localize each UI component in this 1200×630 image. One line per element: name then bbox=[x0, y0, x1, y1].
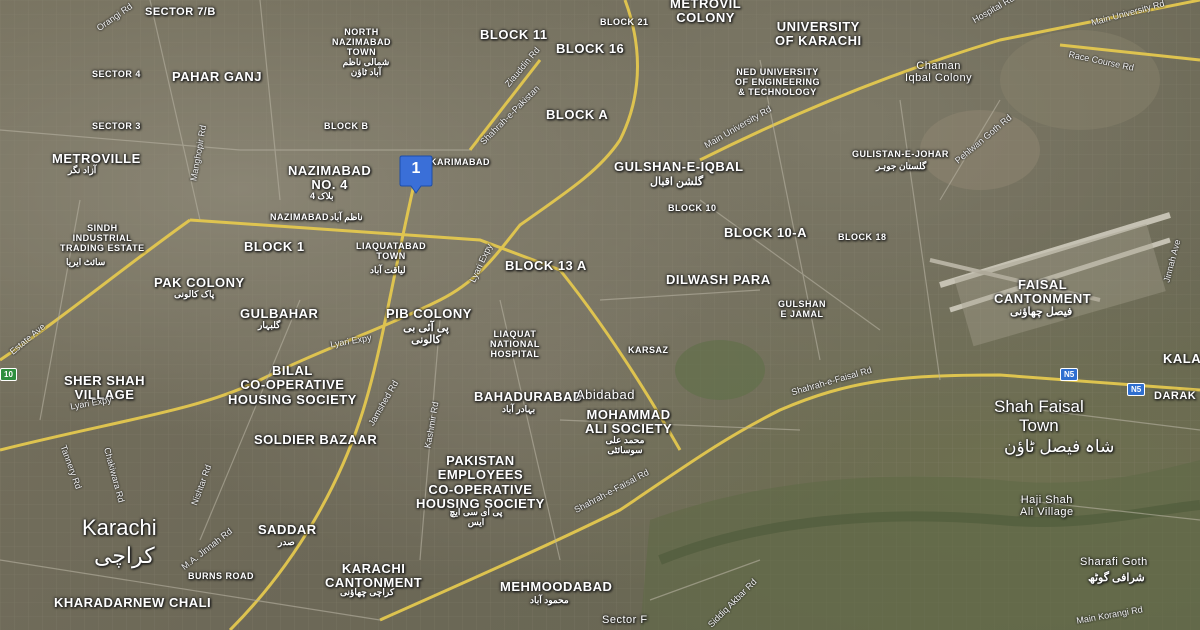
highway-shield-n5-2: N5 bbox=[1127, 383, 1146, 396]
label-sindh-industrial-urdu: سائٹ ایریا bbox=[66, 257, 106, 267]
label-bahadurabad: BAHADURABAD bbox=[474, 389, 583, 404]
label-nazimabad-no-4-urdu: بلاک 4 bbox=[310, 191, 334, 201]
label-liaquat-national-hospital: LIAQUAT NATIONAL HOSPITAL bbox=[490, 329, 540, 359]
label-liaquatabad-town: LIAQUATABAD TOWN bbox=[356, 241, 427, 261]
label-metroville-urdu: آزاد نگر bbox=[68, 165, 97, 175]
label-sector-4: SECTOR 4 bbox=[92, 69, 141, 79]
map-marker[interactable]: 1 bbox=[399, 154, 433, 199]
label-mehmoodabad: MEHMOODABAD bbox=[500, 579, 613, 594]
label-mohammad-ali-society: MOHAMMAD ALI SOCIETY bbox=[585, 407, 673, 437]
label-gulistan-e-johar: GULISTAN-E-JOHAR bbox=[852, 149, 949, 159]
label-liaquatabad-urdu: لیاقت آباد bbox=[370, 265, 406, 275]
label-north-nazimabad: NORTH NAZIMABAD TOWN bbox=[332, 27, 391, 57]
label-nazimabad-urdu: ناظم آباد bbox=[330, 212, 363, 222]
highway-shield-10: 10 bbox=[0, 368, 17, 381]
satellite-map[interactable]: SECTOR 7/B BLOCK 11 BLOCK 16 BLOCK 21 ME… bbox=[0, 0, 1200, 630]
label-north-nazimabad-urdu: شمالی ناظم آباد ٹاؤن bbox=[342, 57, 390, 77]
label-block-13a: BLOCK 13 A bbox=[505, 258, 587, 273]
label-bilal-housing-society: BILAL CO-OPERATIVE HOUSING SOCIETY bbox=[228, 363, 357, 407]
label-pib-colony-urdu: پی آئی بی کالونی bbox=[403, 322, 449, 347]
label-block-10a: BLOCK 10-A bbox=[724, 225, 808, 240]
marker-number: 1 bbox=[411, 160, 421, 177]
highway-shield-n5: N5 bbox=[1060, 368, 1079, 381]
label-ned-university: NED UNIVERSITY OF ENGINEERING & TECHNOLO… bbox=[735, 67, 821, 97]
label-karachi: Karachi bbox=[82, 515, 157, 540]
label-block-18: BLOCK 18 bbox=[838, 232, 887, 242]
label-sector-7b: SECTOR 7/B bbox=[145, 6, 216, 18]
label-pib-colony: PIB COLONY bbox=[386, 306, 472, 321]
label-karsaz: KARSAZ bbox=[628, 345, 669, 355]
label-university-of-karachi: UNIVERSITY OF KARACHI bbox=[775, 19, 862, 49]
label-mohammad-ali-society-urdu: محمد علی سوسائٹی bbox=[605, 435, 645, 455]
label-sector-f: Sector F bbox=[602, 614, 648, 626]
label-saddar-urdu: صدر bbox=[278, 537, 295, 547]
label-block-a: BLOCK A bbox=[546, 107, 609, 122]
label-block-b: BLOCK B bbox=[324, 121, 369, 131]
label-gulistan-e-johar-urdu: گلستان جوہر bbox=[876, 161, 927, 171]
label-sindh-industrial: SINDH INDUSTRIAL TRADING ESTATE bbox=[60, 223, 145, 253]
label-chaman-iqbal-colony: Chaman Iqbal Colony bbox=[905, 60, 973, 85]
label-karachi-urdu: کراچی bbox=[94, 543, 155, 568]
label-new-chali: NEW CHALI bbox=[133, 595, 212, 610]
label-block-1: BLOCK 1 bbox=[244, 239, 305, 254]
label-burns-road: BURNS ROAD bbox=[188, 571, 255, 581]
label-mehmoodabad-urdu: محمود آباد bbox=[530, 595, 569, 605]
label-kala: KALA bbox=[1163, 351, 1200, 366]
label-karachi-cantonment-urdu: کراچی چھاؤنی bbox=[340, 587, 395, 597]
label-darak: DARAK bbox=[1154, 390, 1197, 402]
label-haji-shah-ali-village: Haji Shah Ali Village bbox=[1020, 494, 1074, 519]
label-dilwash-para: DILWASH PARA bbox=[666, 272, 771, 287]
label-saddar: SADDAR bbox=[258, 522, 317, 537]
label-pahar-ganj: PAHAR GANJ bbox=[172, 69, 262, 84]
label-karimabad: KARIMABAD bbox=[430, 157, 490, 167]
label-nazimabad: NAZIMABAD bbox=[270, 212, 329, 222]
label-block-21: BLOCK 21 bbox=[600, 17, 649, 27]
label-gulbahar-urdu: گلبہار bbox=[258, 320, 281, 330]
label-gulshan-e-jamal: GULSHAN E JAMAL bbox=[778, 299, 826, 319]
label-metroville: METROVILLE bbox=[52, 151, 141, 166]
label-soldier-bazaar: SOLDIER BAZAAR bbox=[254, 432, 378, 447]
label-metrovil-colony: METROVIL COLONY bbox=[670, 0, 742, 26]
label-kharadar: KHARADAR bbox=[54, 595, 134, 610]
label-block-11: BLOCK 11 bbox=[480, 27, 548, 42]
label-block-16: BLOCK 16 bbox=[556, 41, 625, 56]
label-pechs-urdu: پی ای سی ایچ ایس bbox=[449, 507, 503, 527]
label-pak-colony-urdu: پاک کالونی bbox=[174, 289, 215, 299]
label-abidabad: Abidabad bbox=[576, 387, 635, 402]
label-faisal-cantonment: FAISAL CANTONMENT bbox=[994, 277, 1092, 307]
label-shah-faisal-town: Shah Faisal Town bbox=[994, 397, 1084, 435]
label-bahadurabad-urdu: بہادر آباد bbox=[502, 404, 536, 414]
label-sharafi-goth: Sharafi Goth bbox=[1080, 556, 1148, 568]
label-shah-faisal-town-urdu: شاہ فیصل ٹاؤن bbox=[1004, 437, 1115, 456]
label-gulshan-e-iqbal: GULSHAN-E-IQBAL bbox=[614, 159, 744, 174]
label-pechs: PAKISTAN EMPLOYEES CO-OPERATIVE HOUSING … bbox=[416, 453, 545, 511]
label-gulshan-e-iqbal-urdu: گلشن اقبال bbox=[650, 176, 704, 188]
label-nazimabad-no-4: NAZIMABAD NO. 4 bbox=[288, 163, 372, 193]
label-block-10: BLOCK 10 bbox=[668, 203, 717, 213]
label-sector-3: SECTOR 3 bbox=[92, 121, 141, 131]
label-sharafi-goth-urdu: شرافی گوٹھ bbox=[1088, 572, 1145, 584]
park-area bbox=[675, 340, 765, 400]
label-faisal-cantonment-urdu: فیصل چھاؤنی bbox=[1010, 306, 1073, 318]
